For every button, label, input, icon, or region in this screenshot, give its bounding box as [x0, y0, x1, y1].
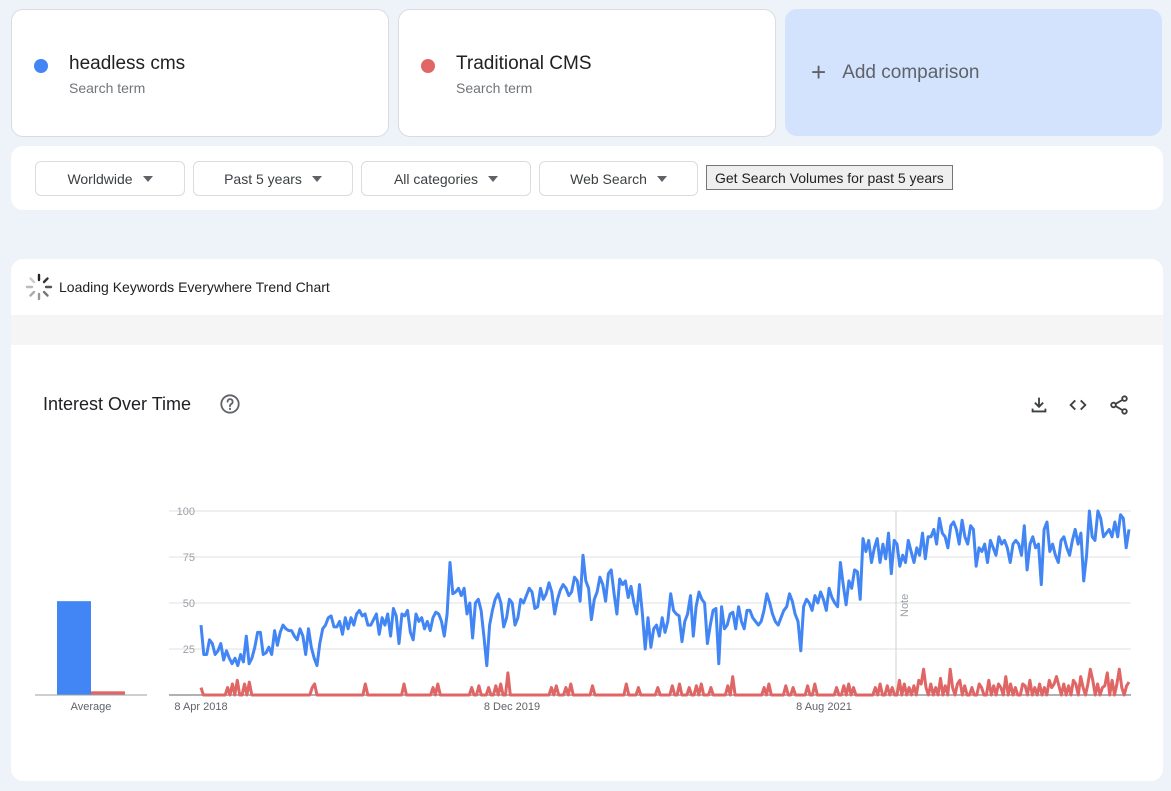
average-bars: Average: [35, 601, 147, 713]
region-label: Worldwide: [67, 170, 133, 187]
term-name: Traditional CMS: [456, 53, 592, 74]
dropdown-arrow-icon: [656, 175, 667, 182]
note-label[interactable]: Note: [899, 594, 911, 617]
dropdown-arrow-icon: [488, 175, 499, 182]
note-marker: Note: [895, 511, 911, 695]
term-subtitle: Search term: [456, 80, 533, 96]
term-name: headless cms: [69, 53, 186, 74]
chart-grid: 25 50 75 100: [169, 506, 1131, 696]
category-label: All categories: [393, 170, 479, 187]
average-label: Average: [71, 701, 112, 713]
term-subtitle: Search term: [69, 80, 146, 96]
plus-icon: +: [811, 57, 827, 87]
x-tick-label: 8 Aug 2021: [796, 701, 852, 713]
search-type-dropdown[interactable]: Web Search: [539, 161, 698, 196]
search-type-label: Web Search: [570, 170, 647, 187]
series-color-dot: [34, 59, 48, 73]
y-tick-label: 100: [177, 506, 195, 518]
series-line-traditional-cms: [199, 667, 1131, 697]
average-bar: [91, 691, 125, 695]
category-dropdown[interactable]: All categories: [361, 161, 531, 196]
series-color-dot: [421, 59, 435, 73]
add-comparison-label: Add comparison: [842, 61, 980, 83]
term-card-traditional-cms[interactable]: Traditional CMS Search term: [398, 9, 776, 137]
x-axis-labels: 8 Apr 2018 8 Dec 2019 8 Aug 2021: [174, 701, 851, 713]
interest-over-time-chart: Average 25 50 75 100 Note 8 Apr 2018 8 Dec 2…: [35, 506, 1131, 713]
dropdown-arrow-icon: [311, 175, 322, 182]
time-range-dropdown[interactable]: Past 5 years: [193, 161, 353, 196]
term-card-headless-cms[interactable]: headless cms Search term: [11, 9, 389, 137]
y-tick-label: 50: [183, 598, 195, 610]
add-comparison-button[interactable]: + Add comparison: [785, 9, 1162, 136]
dropdown-arrow-icon: [142, 175, 153, 182]
y-tick-label: 25: [183, 644, 195, 656]
series-line-headless-cms: [199, 509, 1131, 668]
filter-bar: Worldwide Past 5 years All categories We…: [11, 146, 1163, 210]
x-tick-label: 8 Dec 2019: [484, 701, 540, 713]
interest-over-time-card: Loading Keywords Everywhere Trend Chart …: [11, 259, 1163, 781]
x-tick-label: 8 Apr 2018: [174, 701, 227, 713]
get-search-volumes-button[interactable]: Get Search Volumes for past 5 years: [706, 165, 953, 190]
time-range-label: Past 5 years: [224, 170, 302, 187]
average-bar: [57, 601, 91, 695]
region-dropdown[interactable]: Worldwide: [35, 161, 185, 196]
y-tick-label: 75: [183, 552, 195, 564]
